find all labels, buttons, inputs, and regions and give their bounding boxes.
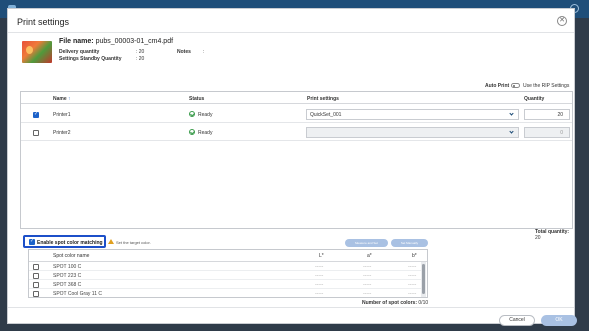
spot-row-checkbox[interactable] [33,282,39,288]
l-value: ----- [315,273,324,279]
ready-check-icon [189,129,195,135]
quantity-value: 0 [560,130,563,136]
spot-color-name: SPOT 368 C [53,282,82,288]
printer-status: Ready [198,112,213,118]
spot-color-count-value: 0/10 [418,300,429,306]
header-a: a* [367,253,372,259]
spot-color-name: SPOT 100 C [53,264,82,270]
warning-text: Set the target color. [116,240,151,245]
file-thumbnail [22,41,52,63]
file-name: File name: pubs_00003-01_cm4.pdf [59,38,173,45]
header-l: L* [319,253,324,259]
spot-row-checkbox[interactable] [33,291,39,297]
a-value: ----- [363,264,372,270]
spot-color-name: SPOT Cool Gray 11 C [53,291,102,297]
b-value: ----- [408,264,417,270]
warning-icon [108,239,114,244]
printer2-checkbox[interactable] [33,130,39,136]
cancel-button[interactable]: Cancel [499,315,535,326]
chevron-down-icon [509,111,514,116]
dialog-title: Print settings [17,17,70,27]
printer1-checkbox[interactable] [33,111,39,118]
spot-matching-checkbox[interactable] [29,238,35,245]
quantity-input[interactable]: 20 [524,109,570,120]
printer-name: Printer1 [53,112,71,118]
total-quantity-value: 20 [535,235,541,241]
delivery-quantity-value: : 20 [136,49,145,55]
spot-table-scrollbar[interactable] [421,262,426,297]
notes-value: : [203,49,205,55]
sort-arrow-icon: ↑ [68,96,71,102]
printer-name: Printer2 [53,130,71,136]
spot-color-count: Number of spot colors: 0/10 [362,300,428,306]
scroll-thumb[interactable] [422,264,425,294]
a-value: ----- [363,291,372,297]
l-value: ----- [315,291,324,297]
spot-matching-label: Enable spot color matching [37,240,103,246]
a-value: ----- [363,273,372,279]
ok-button[interactable]: OK [541,315,577,326]
close-icon[interactable]: ✕ [557,16,567,26]
header-name[interactable]: Name ↑ [53,96,71,102]
divider [8,307,574,308]
spot-row-checkbox[interactable] [33,273,39,279]
spot-color-table: Spot color name L* a* b* SPOT 100 C ----… [28,249,428,298]
table-row[interactable]: SPOT 368 C ----- ----- ----- [29,280,421,289]
table-row[interactable]: Printer2 Ready 0 [21,124,572,141]
a-value: ----- [363,282,372,288]
b-value: ----- [408,291,417,297]
print-setting-value: QuickSet_001 [310,112,342,118]
spot-color-count-label: Number of spot colors: [362,300,418,306]
set-manually-button[interactable]: Set Manually [391,239,428,247]
quantity-value: 20 [557,112,563,118]
measure-and-set-button[interactable]: Measure and Set [345,239,388,247]
auto-print-toggle[interactable] [511,83,520,88]
delivery-quantity-label: Delivery quantity [59,49,100,55]
file-name-label: File name: [59,38,94,45]
table-row[interactable]: SPOT 223 C ----- ----- ----- [29,271,421,280]
spot-color-name: SPOT 223 C [53,273,82,279]
auto-print-option-text: Use the RIP Settings [523,83,570,89]
table-row[interactable]: SPOT 100 C ----- ----- ----- [29,262,421,271]
header-name-label: Name [53,96,67,102]
print-setting-select[interactable] [306,127,519,138]
chevron-down-icon [509,129,514,134]
header-spot-color-name: Spot color name [53,253,90,259]
notes-label: Notes [177,49,191,55]
header-b: b* [412,253,417,259]
b-value: ----- [408,282,417,288]
printer-table-header: Name ↑ Status Print settings Quantity [21,92,572,104]
ready-check-icon [189,111,195,117]
auto-print-label: Auto Print [485,83,510,89]
divider [8,32,574,33]
spot-row-checkbox[interactable] [33,264,39,270]
quantity-input[interactable]: 0 [524,127,570,138]
print-setting-select[interactable]: QuickSet_001 [306,109,519,120]
total-quantity: Total quantity: 20 [535,229,574,241]
b-value: ----- [408,273,417,279]
header-quantity: Quantity [524,96,545,102]
standby-quantity-value: : 20 [136,56,145,62]
header-status: Status [189,96,205,102]
table-row[interactable]: Printer1 Ready QuickSet_001 20 [21,106,572,123]
l-value: ----- [315,264,324,270]
printer-status: Ready [198,130,213,136]
table-row[interactable]: SPOT Cool Gray 11 C ----- ----- ----- [29,289,421,297]
printer-table: Name ↑ Status Print settings Quantity Pr… [20,91,573,229]
header-print-settings: Print settings [307,96,339,102]
standby-quantity-label: Settings Standby Quantity [59,56,122,62]
file-name-value: pubs_00003-01_cm4.pdf [95,38,174,45]
l-value: ----- [315,282,324,288]
print-settings-dialog: Print settings ✕ File name: pubs_00003-0… [7,8,577,326]
